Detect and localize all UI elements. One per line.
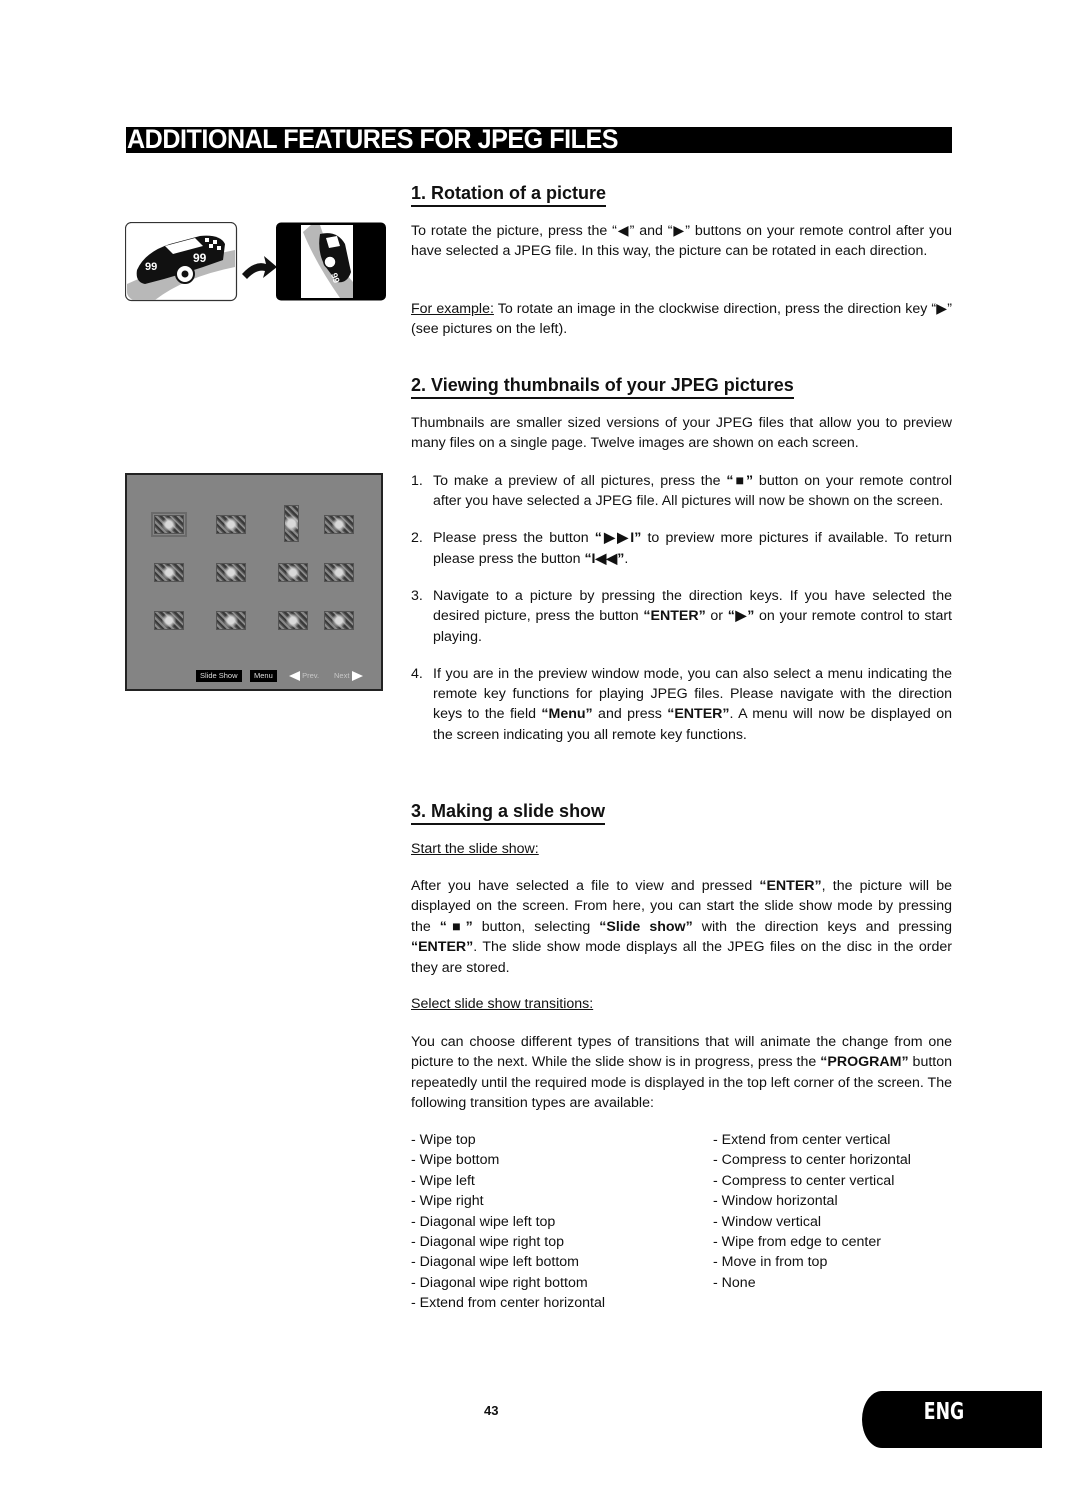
step-text: or: [705, 608, 728, 625]
section-heading-thumbnails: 2. Viewing thumbnails of your JPEG pictu…: [411, 374, 794, 399]
next-label: Next: [334, 671, 350, 680]
paragraph-text: button, selecting: [472, 918, 600, 935]
transitions-list-left: Wipe topWipe bottomWipe leftWipe rightDi…: [411, 1130, 605, 1314]
bold-key-text: “▶”: [727, 608, 755, 625]
svg-text:99: 99: [193, 251, 207, 265]
section-heading-rotation: 1. Rotation of a picture: [411, 182, 607, 207]
transition-item: Wipe top: [411, 1130, 605, 1150]
step-number: 4.: [411, 665, 423, 682]
thumbnail-image[interactable]: [154, 563, 184, 582]
transition-item: Extend from center horizontal: [411, 1293, 605, 1313]
paragraph-text: After you have selected a file to view a…: [411, 878, 760, 894]
page-title-bar: ADDITIONAL FEATURES FOR JPEG FILES: [126, 124, 952, 154]
thumbnail-image[interactable]: [324, 515, 354, 534]
step-text: .: [624, 550, 629, 567]
transition-item: Move in from top: [713, 1252, 911, 1272]
menu-button[interactable]: Menu: [250, 670, 277, 682]
arrow-right-icon: [351, 671, 363, 682]
svg-text:99: 99: [145, 261, 157, 273]
bold-key-text: “ENTER”: [667, 706, 730, 723]
bold-key-text: “ENTER”: [759, 878, 822, 894]
bold-key-text: “▶▶I”: [594, 530, 642, 547]
step-item: 4. If you are in the preview window mode,…: [411, 664, 952, 746]
transition-item: Compress to center horizontal: [713, 1150, 911, 1170]
bold-key-text: “Menu”: [541, 706, 593, 723]
transitions-subheading: Select slide show transitions:: [411, 996, 594, 1012]
bold-key-text: “■”: [726, 473, 754, 489]
transition-item: Wipe bottom: [411, 1150, 605, 1170]
thumbnail-image[interactable]: [278, 563, 308, 582]
transition-item: Diagonal wipe left bottom: [411, 1252, 605, 1272]
rotation-description: To rotate the picture, press the “◀” and…: [411, 223, 952, 260]
prev-button[interactable]: Prev.: [289, 670, 319, 682]
transitions-list-right: Extend from center verticalCompress to c…: [713, 1130, 911, 1293]
rotation-example: For example: To rotate an image in the c…: [411, 299, 952, 340]
curved-arrow-icon: [242, 256, 277, 279]
bold-key-text: “PROGRAM”: [820, 1054, 909, 1071]
transition-item: Diagonal wipe right bottom: [411, 1273, 605, 1293]
next-button[interactable]: Next: [334, 670, 363, 682]
thumbnail-image[interactable]: [216, 611, 246, 630]
page-number: 43: [484, 1403, 499, 1418]
transition-item: Compress to center vertical: [713, 1171, 911, 1191]
example-label: For example:: [411, 301, 494, 317]
language-tab: ENG: [862, 1391, 1042, 1448]
rotation-illustration: 99 99 99: [125, 222, 386, 302]
transition-item: Window vertical: [713, 1212, 911, 1232]
transition-item: Wipe left: [411, 1171, 605, 1191]
paragraph-text: with the direction keys and pressing: [692, 918, 953, 935]
step-text: and press: [592, 706, 668, 723]
page-title: ADDITIONAL FEATURES FOR JPEG FILES: [127, 124, 619, 154]
transition-item: Extend from center vertical: [713, 1130, 911, 1150]
bold-key-text: “ENTER”: [411, 939, 474, 956]
bold-key-text: “■”: [439, 918, 473, 935]
transition-item: Wipe right: [411, 1191, 605, 1211]
language-label: ENG: [923, 1399, 965, 1425]
transition-item: None: [713, 1273, 911, 1293]
thumbnail-image[interactable]: [216, 515, 246, 534]
step-item: 3. Navigate to a picture by pressing the …: [411, 586, 952, 647]
section-heading-slideshow: 3. Making a slide show: [411, 800, 606, 825]
step-text: To make a preview of all pictures, press…: [433, 473, 727, 489]
slide-show-button[interactable]: Slide Show: [196, 670, 242, 682]
transition-item: Wipe from edge to center: [713, 1232, 911, 1252]
thumbnail-steps-list: 1. To make a preview of all pictures, pre…: [411, 471, 952, 762]
bold-key-text: “ENTER”: [643, 608, 706, 625]
thumbnail-image[interactable]: [324, 563, 354, 582]
thumbnail-image[interactable]: [151, 512, 187, 537]
step-item: 1. To make a preview of all pictures, pre…: [411, 471, 952, 512]
step-number: 3.: [411, 587, 423, 604]
thumbnails-intro: Thumbnails are smaller sized versions of…: [411, 415, 952, 452]
prev-label: Prev.: [302, 671, 320, 680]
thumbnail-preview-screen: Slide Show Menu Prev. Next: [125, 473, 383, 691]
original-car-image: 99 99: [125, 222, 238, 302]
paragraph-text: . The slide show mode displays all the J…: [411, 939, 952, 976]
thumbnail-image[interactable]: [324, 611, 354, 630]
thumbnail-image[interactable]: [216, 563, 246, 582]
bold-key-text: “I◀◀”: [584, 550, 625, 567]
transition-item: Window horizontal: [713, 1191, 911, 1211]
start-slideshow-subheading: Start the slide show:: [411, 841, 539, 857]
slideshow-description: After you have selected a file to view a…: [411, 876, 952, 978]
transition-item: Diagonal wipe right top: [411, 1232, 605, 1252]
thumbnail-image[interactable]: [284, 505, 299, 542]
thumbnail-image[interactable]: [154, 611, 184, 630]
step-text: Please press the button: [433, 530, 595, 547]
arrow-left-icon: [289, 671, 300, 682]
step-number: 1.: [411, 473, 423, 489]
thumbnail-image[interactable]: [278, 611, 308, 630]
transitions-description: You can choose different types of transi…: [411, 1032, 952, 1114]
rotated-car-image: 99: [276, 222, 386, 301]
bold-key-text: “Slide show”: [599, 918, 693, 935]
transition-item: Diagonal wipe left top: [411, 1212, 605, 1232]
step-number: 2.: [411, 530, 423, 547]
step-item: 2. Please press the button “▶▶I” to previ…: [411, 528, 952, 569]
